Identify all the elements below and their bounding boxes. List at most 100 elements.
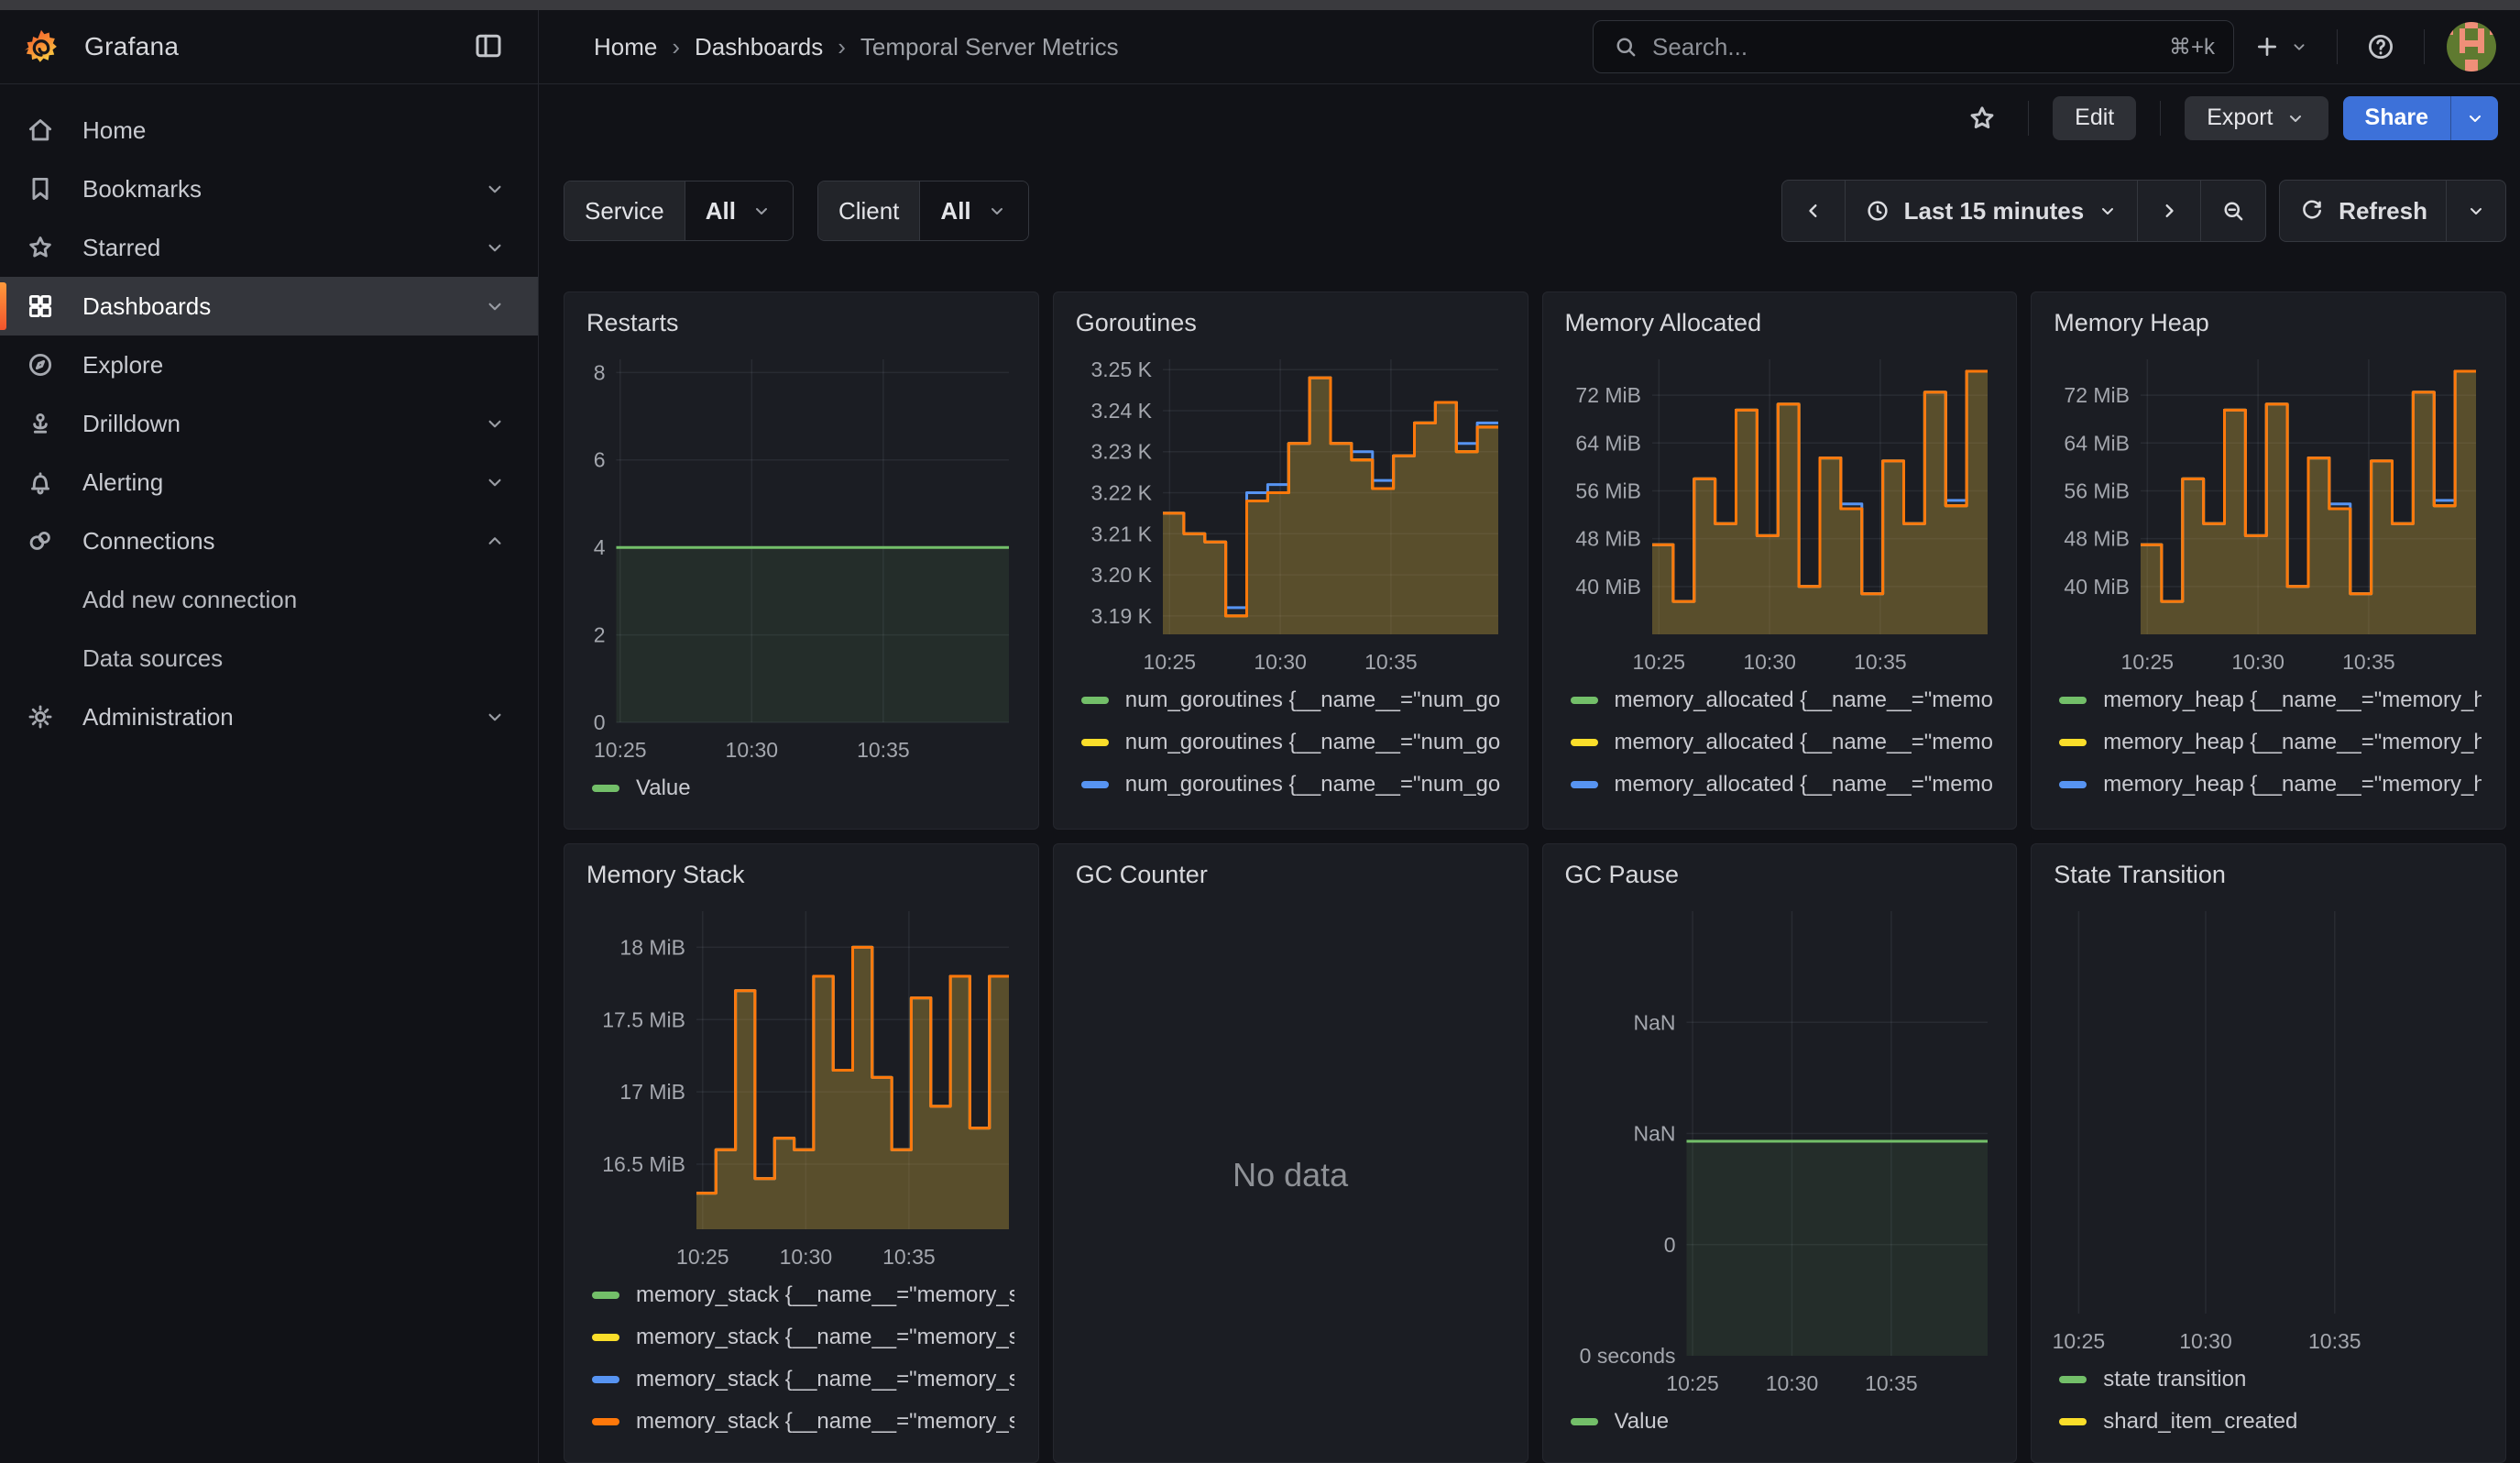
- grafana-logo-icon[interactable]: [20, 26, 62, 68]
- panel-title[interactable]: Goroutines: [1076, 309, 1507, 337]
- legend-item[interactable]: state transition: [2059, 1365, 2482, 1394]
- sidebar-item-explore[interactable]: Explore: [0, 336, 538, 394]
- svg-text:6: 6: [594, 448, 606, 472]
- sidebar-item-home[interactable]: Home: [0, 101, 538, 160]
- home-icon: [22, 115, 59, 146]
- legend-item[interactable]: memory_stack {__name__="memory_s: [592, 1323, 1014, 1352]
- sidebar-item-alerting[interactable]: Alerting: [0, 453, 538, 512]
- sidebar-item-dashboards[interactable]: Dashboards: [0, 277, 538, 336]
- legend-color-dash: [1081, 739, 1109, 746]
- share-button-group: Share: [2343, 96, 2498, 140]
- export-button[interactable]: Export: [2185, 96, 2328, 140]
- help-button[interactable]: [2360, 26, 2402, 68]
- sidebar-item-data-sources[interactable]: Data sources: [0, 629, 538, 688]
- share-button[interactable]: Share: [2343, 96, 2450, 140]
- refresh-button[interactable]: Refresh: [2279, 180, 2447, 242]
- legend-item[interactable]: memory_allocated {__name__="memo: [1571, 770, 1993, 799]
- svg-text:10:25: 10:25: [2121, 650, 2175, 674]
- legend-item[interactable]: memory_stack {__name__="memory_s: [592, 1365, 1014, 1394]
- legend-item[interactable]: memory_heap {__name__="memory_h: [2059, 770, 2482, 799]
- legend-color-dash: [1571, 1418, 1598, 1425]
- refresh-interval-button[interactable]: [2447, 180, 2506, 242]
- sidebar-item-starred[interactable]: Starred: [0, 218, 538, 277]
- timeseries-chart[interactable]: NaNNaN00 seconds10:2510:3010:35: [1563, 900, 1997, 1400]
- variable-filter-service[interactable]: ServiceAll: [564, 181, 794, 241]
- legend-item[interactable]: Value: [592, 774, 1014, 803]
- divider: [2424, 29, 2425, 64]
- legend-label: memory_allocated {__name__="memo: [1615, 814, 1993, 816]
- legend-item[interactable]: num_goroutines {__name__="num_go: [1081, 770, 1504, 799]
- legend-label: Value: [636, 776, 691, 801]
- legend-item[interactable]: memory_stack {__name__="memory_s: [592, 1407, 1014, 1436]
- legend-label: state transition: [2103, 1367, 2246, 1392]
- panel-title[interactable]: GC Counter: [1076, 861, 1507, 889]
- svg-text:10:30: 10:30: [1765, 1371, 1818, 1395]
- timeseries-chart[interactable]: 3.25 K3.24 K3.23 K3.22 K3.21 K3.20 K3.19…: [1074, 348, 1507, 678]
- time-back-button[interactable]: [1781, 180, 1846, 242]
- bell-icon: [22, 467, 59, 498]
- dashboard-toolbar: Edit Export Share: [539, 84, 2520, 151]
- svg-text:3.20 K: 3.20 K: [1090, 563, 1152, 587]
- legend-item[interactable]: shard_item_created: [2059, 1407, 2482, 1436]
- timeseries-chart[interactable]: 72 MiB64 MiB56 MiB48 MiB40 MiB10:2510:30…: [1563, 348, 1997, 678]
- legend-item[interactable]: Value: [1571, 1407, 1993, 1436]
- divider: [2028, 101, 2029, 136]
- chevron-down-icon: [483, 294, 507, 318]
- legend-item[interactable]: memory_heap {__name__="memory_h: [2059, 812, 2482, 816]
- panel-title[interactable]: Restarts: [586, 309, 1018, 337]
- svg-text:10:35: 10:35: [857, 738, 910, 762]
- panel-title[interactable]: Memory Heap: [2054, 309, 2485, 337]
- legend-item[interactable]: num_goroutines {__name__="num_go: [1081, 812, 1504, 816]
- panel-state-transition: State Transition 10:2510:3010:35 state t…: [2031, 843, 2506, 1463]
- time-range-picker[interactable]: Last 15 minutes: [1846, 180, 2139, 242]
- panel-title[interactable]: Memory Stack: [586, 861, 1018, 889]
- favorite-star-button[interactable]: [1960, 96, 2004, 140]
- sidebar-item-bookmarks[interactable]: Bookmarks: [0, 160, 538, 218]
- svg-text:0: 0: [594, 710, 606, 734]
- legend-color-dash: [2059, 697, 2087, 704]
- breadcrumb-dashboards[interactable]: Dashboards: [695, 33, 823, 61]
- sidebar-item-connections[interactable]: Connections: [0, 512, 538, 570]
- zoom-out-button[interactable]: [2201, 180, 2266, 242]
- sidebar-item-label: Drilldown: [82, 410, 181, 438]
- sidebar-item-drilldown[interactable]: Drilldown: [0, 394, 538, 453]
- panel-title[interactable]: Memory Allocated: [1565, 309, 1997, 337]
- share-dropdown-button[interactable]: [2450, 96, 2498, 140]
- svg-text:8: 8: [594, 360, 606, 384]
- legend-item[interactable]: memory_allocated {__name__="memo: [1571, 686, 1993, 715]
- timeseries-chart[interactable]: 10:2510:3010:35: [2052, 900, 2485, 1358]
- sidebar-item-administration[interactable]: Administration: [0, 688, 538, 746]
- panel-title[interactable]: State Transition: [2054, 861, 2485, 889]
- new-button[interactable]: [2247, 27, 2315, 67]
- variable-filter-client[interactable]: ClientAll: [817, 181, 1029, 241]
- legend-item[interactable]: num_goroutines {__name__="num_go: [1081, 728, 1504, 757]
- mega-menu-toggle-button[interactable]: [466, 24, 510, 71]
- breadcrumb-home[interactable]: Home: [594, 33, 657, 61]
- search-input[interactable]: [1652, 33, 2156, 61]
- user-avatar[interactable]: [2447, 22, 2496, 72]
- legend-item[interactable]: memory_stack {__name__="memory_s: [592, 1281, 1014, 1310]
- timeseries-chart[interactable]: 72 MiB64 MiB56 MiB48 MiB40 MiB10:2510:30…: [2052, 348, 2485, 678]
- variable-value[interactable]: All: [920, 182, 1027, 240]
- window-top-strip: [0, 0, 2520, 10]
- legend-item[interactable]: num_goroutines {__name__="num_go: [1081, 686, 1504, 715]
- legend-label: memory_stack {__name__="memory_s: [636, 1325, 1014, 1350]
- timeseries-chart[interactable]: 18 MiB17.5 MiB17 MiB16.5 MiB10:2510:3010…: [585, 900, 1018, 1273]
- legend-label: memory_heap {__name__="memory_h: [2103, 772, 2482, 798]
- time-forward-button[interactable]: [2138, 180, 2201, 242]
- variable-value[interactable]: All: [685, 182, 793, 240]
- sidebar-item-add-new-connection[interactable]: Add new connection: [0, 570, 538, 629]
- legend-item[interactable]: memory_heap {__name__="memory_h: [2059, 686, 2482, 715]
- plus-icon: [2252, 32, 2282, 61]
- edit-button[interactable]: Edit: [2053, 96, 2136, 140]
- legend-item[interactable]: memory_allocated {__name__="memo: [1571, 728, 1993, 757]
- search-box[interactable]: ⌘+k: [1593, 20, 2234, 73]
- legend-item[interactable]: memory_heap {__name__="memory_h: [2059, 728, 2482, 757]
- timeseries-chart[interactable]: 8642010:2510:3010:35: [585, 348, 1018, 766]
- sidebar-item-label: Add new connection: [82, 586, 297, 614]
- panel-gc-counter: GC Counter No data: [1053, 843, 1528, 1463]
- panel-title[interactable]: GC Pause: [1565, 861, 1997, 889]
- svg-text:10:25: 10:25: [594, 738, 647, 762]
- svg-text:10:30: 10:30: [2179, 1329, 2232, 1353]
- legend-item[interactable]: memory_allocated {__name__="memo: [1571, 812, 1993, 816]
